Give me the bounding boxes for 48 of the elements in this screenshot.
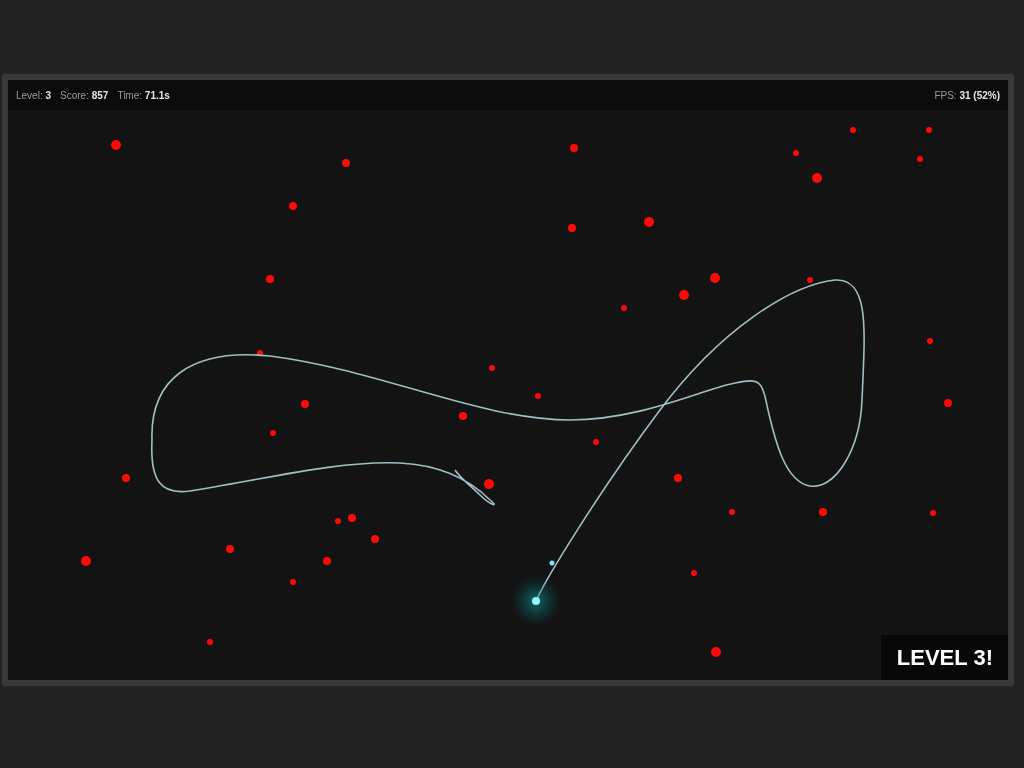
enemy-dot [290,579,296,585]
player-orb [510,575,562,627]
enemy-dot [459,412,467,420]
enemy-dot [812,173,822,183]
enemy-dot [484,479,494,489]
enemy-dot [289,202,297,210]
enemy-dot [266,275,274,283]
enemy-dot [917,156,923,162]
enemy-dot [621,305,627,311]
enemy-dot [301,400,309,408]
enemy-dot [793,150,799,156]
enemy-dot [257,350,263,356]
enemy-dot [679,290,689,300]
enemy-dot [323,557,331,565]
level-banner: LEVEL 3! [880,635,1008,680]
enemy-dot [926,127,932,133]
enemy-dot [270,430,276,436]
enemy-dot [535,393,541,399]
enemy-dot [711,647,721,657]
enemy-dot [819,508,827,516]
enemy-dot [122,474,130,482]
enemy-dot [371,535,379,543]
enemy-dot [944,399,952,407]
trail-node [549,560,555,566]
enemy-dot [348,514,356,522]
enemy-dot [81,556,91,566]
enemy-dot [335,518,341,524]
enemy-dot [111,140,121,150]
hud-stat: Score: 857 [60,89,109,101]
enemy-dot [207,639,213,645]
enemy-dot [850,127,856,133]
enemy-dot [729,509,735,515]
enemy-dot [674,474,682,482]
enemy-dot [930,510,936,516]
hud-stat: Time: 71.1s [117,89,170,101]
enemy-dot [927,338,933,344]
enemy-dot [226,545,234,553]
enemy-dot [710,273,720,283]
enemy-dot [489,365,495,371]
enemy-dot [568,224,576,232]
enemy-dot [342,159,350,167]
hud-stat: Level: 3 [16,89,52,101]
fps-readout: FPS: 31 (52%) [934,89,1000,101]
enemy-dot [593,439,599,445]
enemy-dot [807,277,813,283]
enemy-dot [570,144,578,152]
enemy-dot [644,217,654,227]
enemy-dot [691,570,697,576]
